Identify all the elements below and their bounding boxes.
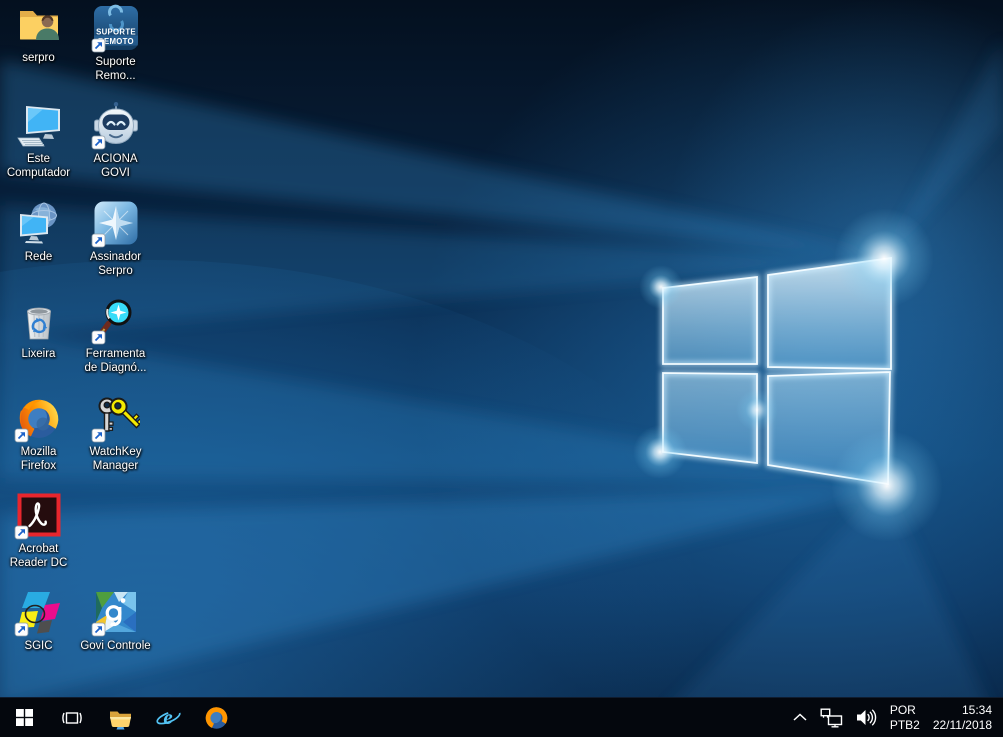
icon-label: Govi Controle <box>80 640 151 652</box>
clock-date: 22/11/2018 <box>932 717 992 732</box>
network-places-icon <box>15 199 63 247</box>
keys-icon <box>91 394 140 443</box>
icon-label: Este Computador <box>6 153 71 179</box>
firefox-icon <box>14 394 63 443</box>
shortcut-arrow-icon <box>91 622 105 637</box>
windows-desktop: serpro SUPORTE REMOTO Suporte Remo... Es… <box>0 0 1003 737</box>
speaker-icon <box>856 709 877 726</box>
shortcut-arrow-icon <box>91 233 105 248</box>
clock-time: 15:34 <box>961 702 992 717</box>
shortcut-arrow-icon <box>91 38 105 53</box>
icon-label: SGIC <box>24 640 53 652</box>
robot-icon <box>91 101 140 150</box>
desktop-icon-acrobat-reader[interactable]: Acrobat Reader DC <box>0 491 77 570</box>
desktop-icon-ferramenta-diagnostico[interactable]: Ferramenta de Diagnó... <box>77 296 154 375</box>
user-folder-icon <box>15 0 63 48</box>
language-code: POR <box>889 702 916 717</box>
assinador-serpro-icon <box>91 199 140 248</box>
icon-label: Rede <box>24 251 53 263</box>
internet-explorer-icon: e <box>155 705 181 729</box>
shortcut-arrow-icon <box>14 428 28 443</box>
start-button[interactable] <box>0 698 48 737</box>
network-tray-icon-button[interactable] <box>818 706 845 730</box>
task-view-button[interactable] <box>48 698 96 737</box>
keyboard-layout-code: PTB2 <box>889 717 920 732</box>
hidden-icons-chevron[interactable] <box>791 711 809 724</box>
shortcut-arrow-icon <box>14 622 28 637</box>
shortcut-arrow-icon <box>91 428 105 443</box>
icon-label: Assinador Serpro <box>89 251 142 277</box>
desktop-icon-rede[interactable]: Rede <box>0 199 77 264</box>
svg-text:SUPORTE: SUPORTE <box>96 28 136 37</box>
taskbar: e POR PTB2 15:34 22/11/2018 <box>0 697 1003 737</box>
clock[interactable]: 15:34 22/11/2018 <box>931 701 994 735</box>
recycle-bin-icon <box>15 296 63 344</box>
file-explorer-button[interactable] <box>96 698 144 737</box>
desktop-icon-este-computador[interactable]: Este Computador <box>0 101 77 180</box>
desktop-icon-sgic[interactable]: SGIC <box>0 588 77 653</box>
magnifier-diagnostic-icon <box>91 296 140 345</box>
network-icon <box>820 708 843 727</box>
shortcut-arrow-icon <box>91 135 105 150</box>
firefox-icon <box>205 707 227 729</box>
sgic-icon <box>14 588 63 637</box>
desktop-icon-aciona-govi[interactable]: ACIONA GOVI <box>77 101 154 180</box>
chevron-up-icon <box>793 713 807 721</box>
svg-text:e: e <box>163 705 172 729</box>
windows-logo-icon <box>15 709 33 726</box>
internet-explorer-button[interactable]: e <box>144 698 192 737</box>
suporte-remoto-icon: SUPORTE REMOTO <box>91 4 140 53</box>
shortcut-arrow-icon <box>91 330 105 345</box>
icon-label: Suporte Remo... <box>95 56 136 82</box>
acrobat-reader-icon <box>14 491 63 540</box>
desktop-icon-suporte-remoto[interactable]: SUPORTE REMOTO Suporte Remo... <box>77 4 154 83</box>
icon-label: Lixeira <box>21 348 56 360</box>
file-explorer-icon <box>109 711 131 729</box>
icon-label: Mozilla Firefox <box>20 446 57 472</box>
desktop-icon-assinador-serpro[interactable]: Assinador Serpro <box>77 199 154 278</box>
system-tray: POR PTB2 15:34 22/11/2018 <box>791 698 1003 737</box>
icon-label: Ferramenta de Diagnó... <box>84 348 147 374</box>
this-pc-icon <box>15 101 63 149</box>
shortcut-arrow-icon <box>14 525 28 540</box>
desktop-icon-serpro[interactable]: serpro <box>0 0 77 65</box>
icon-label: WatchKey Manager <box>89 446 142 472</box>
govi-controle-icon <box>91 588 140 637</box>
desktop-icon-govi-controle[interactable]: Govi Controle <box>77 588 154 653</box>
task-view-icon <box>62 711 82 724</box>
icon-label: Acrobat Reader DC <box>9 543 68 569</box>
desktop-icon-lixeira[interactable]: Lixeira <box>0 296 77 361</box>
volume-tray-icon-button[interactable] <box>854 706 879 729</box>
desktop-icon-mozilla-firefox[interactable]: Mozilla Firefox <box>0 394 77 473</box>
desktop-icon-watchkey-manager[interactable]: WatchKey Manager <box>77 394 154 473</box>
icon-label: ACIONA GOVI <box>93 153 138 179</box>
icon-label: serpro <box>22 52 55 64</box>
language-indicator[interactable]: POR PTB2 <box>888 701 922 735</box>
firefox-button[interactable] <box>192 698 240 737</box>
